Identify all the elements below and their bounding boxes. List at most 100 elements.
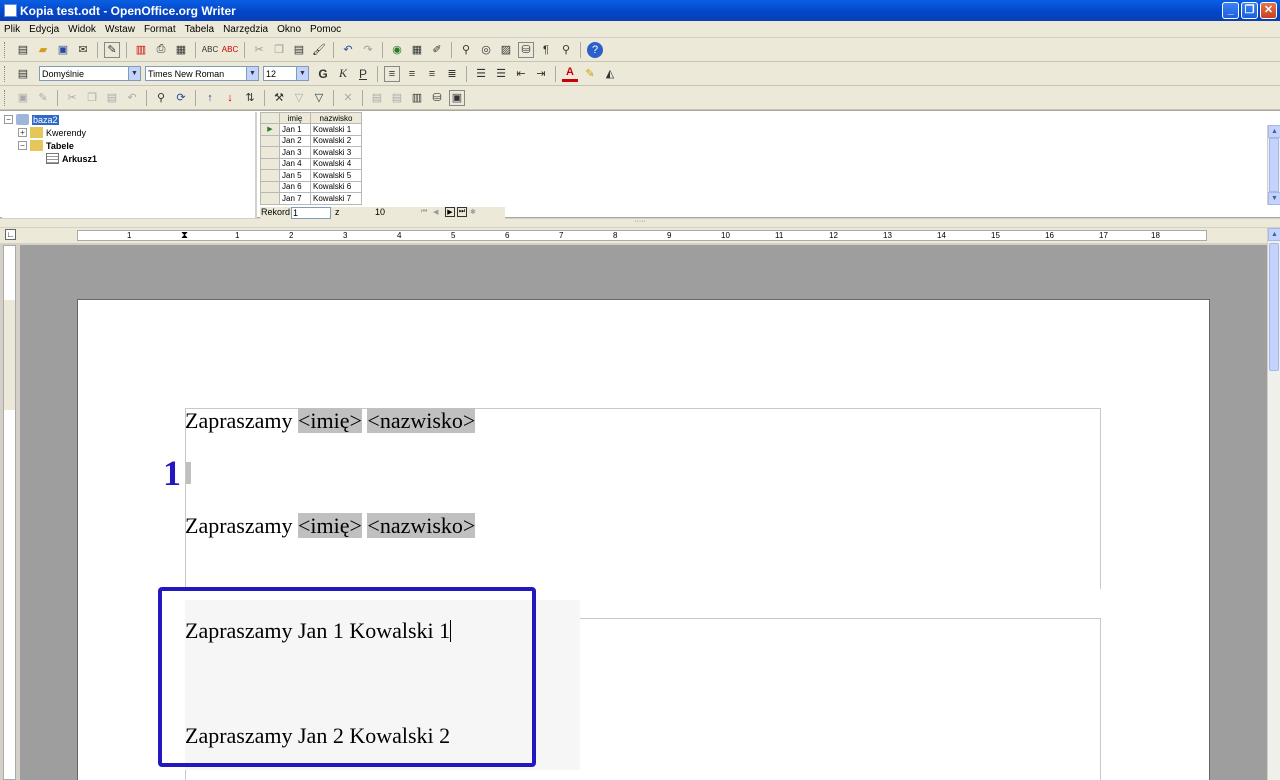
sort-ascending-icon[interactable]: ↑: [202, 90, 218, 106]
last-record-icon[interactable]: ⏭: [457, 207, 467, 217]
column-header-imie[interactable]: imię: [279, 112, 311, 124]
table-cell[interactable]: Jan 6: [279, 180, 311, 193]
tree-item-root[interactable]: − baza2: [4, 114, 59, 125]
zoom-icon[interactable]: ⚲: [558, 42, 574, 58]
justify-icon[interactable]: ≣: [444, 66, 460, 82]
table-cell[interactable]: Jan 5: [279, 169, 311, 182]
menu-narzedzia[interactable]: Narzędzia: [223, 24, 268, 35]
previous-record-icon[interactable]: ◀: [433, 208, 438, 216]
tree-item-tables[interactable]: − Tabele: [18, 140, 74, 151]
copy-icon[interactable]: ❐: [84, 90, 100, 106]
first-record-icon[interactable]: ⏮: [421, 208, 427, 216]
paste-icon[interactable]: ▤: [104, 90, 120, 106]
print-preview-icon[interactable]: ▦: [173, 42, 189, 58]
horizontal-ruler[interactable]: 1 1 2 3 4 5 6 7 8 9 10 11 12 13 14 15 16 17 18 ⧗: [77, 230, 1207, 241]
sort-icon[interactable]: ⇅: [242, 90, 258, 106]
new-record-icon[interactable]: ✱: [470, 208, 476, 216]
italic-button[interactable]: K: [335, 66, 351, 82]
hyperlink-icon[interactable]: ◉: [389, 42, 405, 58]
numbering-icon[interactable]: ☰: [473, 66, 489, 82]
field-nazwisko[interactable]: <nazwisko>: [367, 513, 476, 538]
menu-widok[interactable]: Widok: [68, 24, 96, 35]
underline-button[interactable]: P: [355, 66, 371, 82]
table-cell[interactable]: Jan 2: [279, 134, 311, 147]
save-icon[interactable]: ▣: [55, 42, 71, 58]
collapse-icon[interactable]: −: [4, 115, 13, 124]
formatting-marks-icon[interactable]: ¶: [538, 42, 554, 58]
template-paragraph[interactable]: Zapraszamy <imię> <nazwisko>: [185, 408, 476, 434]
table-icon[interactable]: ▦: [409, 42, 425, 58]
collapse-icon[interactable]: −: [18, 141, 27, 150]
explorer-toggle-icon[interactable]: ▣: [449, 89, 465, 106]
table-cell[interactable]: Jan 3: [279, 146, 311, 159]
table-cell[interactable]: Jan 7: [279, 192, 311, 205]
menu-plik[interactable]: Plik: [4, 24, 20, 35]
table-row[interactable]: ▶ Jan 1 Kowalski 1: [260, 123, 362, 136]
draw-functions-icon[interactable]: ✐: [429, 42, 445, 58]
scroll-up-icon[interactable]: ▲: [1268, 228, 1280, 241]
styles-formatting-icon[interactable]: ▤: [15, 66, 31, 82]
scroll-down-icon[interactable]: ▼: [1268, 192, 1280, 205]
menu-tabela[interactable]: Tabela: [185, 24, 214, 35]
save-record-icon[interactable]: ▣: [15, 90, 31, 106]
data-sources-icon[interactable]: ⛁: [518, 41, 534, 58]
remove-filter-icon[interactable]: ✕: [340, 90, 356, 106]
table-cell[interactable]: Kowalski 7: [310, 192, 362, 205]
tree-item-sheet[interactable]: Arkusz1: [46, 153, 97, 164]
scroll-thumb[interactable]: [1269, 243, 1279, 371]
grid-scrollbar[interactable]: ▲ ▼: [1267, 125, 1280, 205]
record-number-input[interactable]: 1: [291, 207, 331, 219]
table-cell[interactable]: Kowalski 5: [310, 169, 362, 182]
decrease-indent-icon[interactable]: ⇤: [513, 66, 529, 82]
font-color-icon[interactable]: A: [562, 66, 578, 82]
table-cell[interactable]: Jan 1: [279, 123, 311, 136]
align-center-icon[interactable]: ≡: [404, 66, 420, 82]
paste-icon[interactable]: ▤: [291, 42, 307, 58]
undo-icon[interactable]: ↶: [124, 90, 140, 106]
cut-icon[interactable]: ✂: [251, 42, 267, 58]
table-row[interactable]: Jan 3 Kowalski 3: [260, 146, 362, 159]
data-to-text-icon[interactable]: ▤: [369, 90, 385, 106]
navigator-icon[interactable]: ◎: [478, 42, 494, 58]
data-source-current-icon[interactable]: ⛁: [429, 90, 445, 106]
vertical-ruler[interactable]: [3, 245, 16, 780]
table-row[interactable]: Jan 2 Kowalski 2: [260, 134, 362, 147]
template-paragraph[interactable]: Zapraszamy <imię> <nazwisko>: [185, 513, 476, 539]
minimize-button[interactable]: _: [1222, 2, 1239, 19]
gallery-icon[interactable]: ▨: [498, 42, 514, 58]
table-row[interactable]: Jan 5 Kowalski 5: [260, 169, 362, 182]
data-source-splitter[interactable]: ·····: [0, 218, 1280, 227]
mail-merge-icon[interactable]: ▥: [409, 90, 425, 106]
table-row[interactable]: Jan 4 Kowalski 4: [260, 157, 362, 170]
highlighting-icon[interactable]: ✎: [582, 66, 598, 82]
table-cell[interactable]: Kowalski 1: [310, 123, 362, 136]
table-cell[interactable]: Jan 4: [279, 157, 311, 170]
copy-icon[interactable]: ❐: [271, 42, 287, 58]
increase-indent-icon[interactable]: ⇥: [533, 66, 549, 82]
menu-pomoc[interactable]: Pomoc: [310, 24, 341, 35]
edit-data-icon[interactable]: ✎: [35, 90, 51, 106]
data-to-fields-icon[interactable]: ▤: [389, 90, 405, 106]
find-replace-icon[interactable]: ⚲: [458, 42, 474, 58]
standard-filter-icon[interactable]: ▽: [291, 90, 307, 106]
field-nazwisko[interactable]: <nazwisko>: [367, 408, 476, 433]
bold-button[interactable]: G: [315, 66, 331, 82]
refresh-icon[interactable]: ⟳: [173, 90, 189, 106]
next-record-icon[interactable]: ▶: [445, 207, 455, 217]
cut-icon[interactable]: ✂: [64, 90, 80, 106]
background-color-icon[interactable]: ◭: [602, 66, 618, 82]
table-cell[interactable]: Kowalski 4: [310, 157, 362, 170]
autospellcheck-icon[interactable]: ABC: [222, 42, 238, 58]
apply-filter-icon[interactable]: ▽: [311, 90, 327, 106]
open-folder-icon[interactable]: ▰: [35, 42, 51, 58]
close-button[interactable]: ✕: [1260, 2, 1277, 19]
find-record-icon[interactable]: ⚲: [153, 90, 169, 106]
document-scrollbar[interactable]: ▲: [1267, 228, 1280, 780]
indent-marker-icon[interactable]: ⧗: [181, 230, 188, 241]
font-size-select[interactable]: 12 ▼: [263, 66, 309, 81]
expand-icon[interactable]: +: [18, 128, 27, 137]
table-row[interactable]: Jan 6 Kowalski 6: [260, 180, 362, 193]
help-icon[interactable]: ?: [587, 41, 603, 58]
undo-icon[interactable]: ↶: [340, 42, 356, 58]
column-header-nazwisko[interactable]: nazwisko: [310, 112, 362, 124]
